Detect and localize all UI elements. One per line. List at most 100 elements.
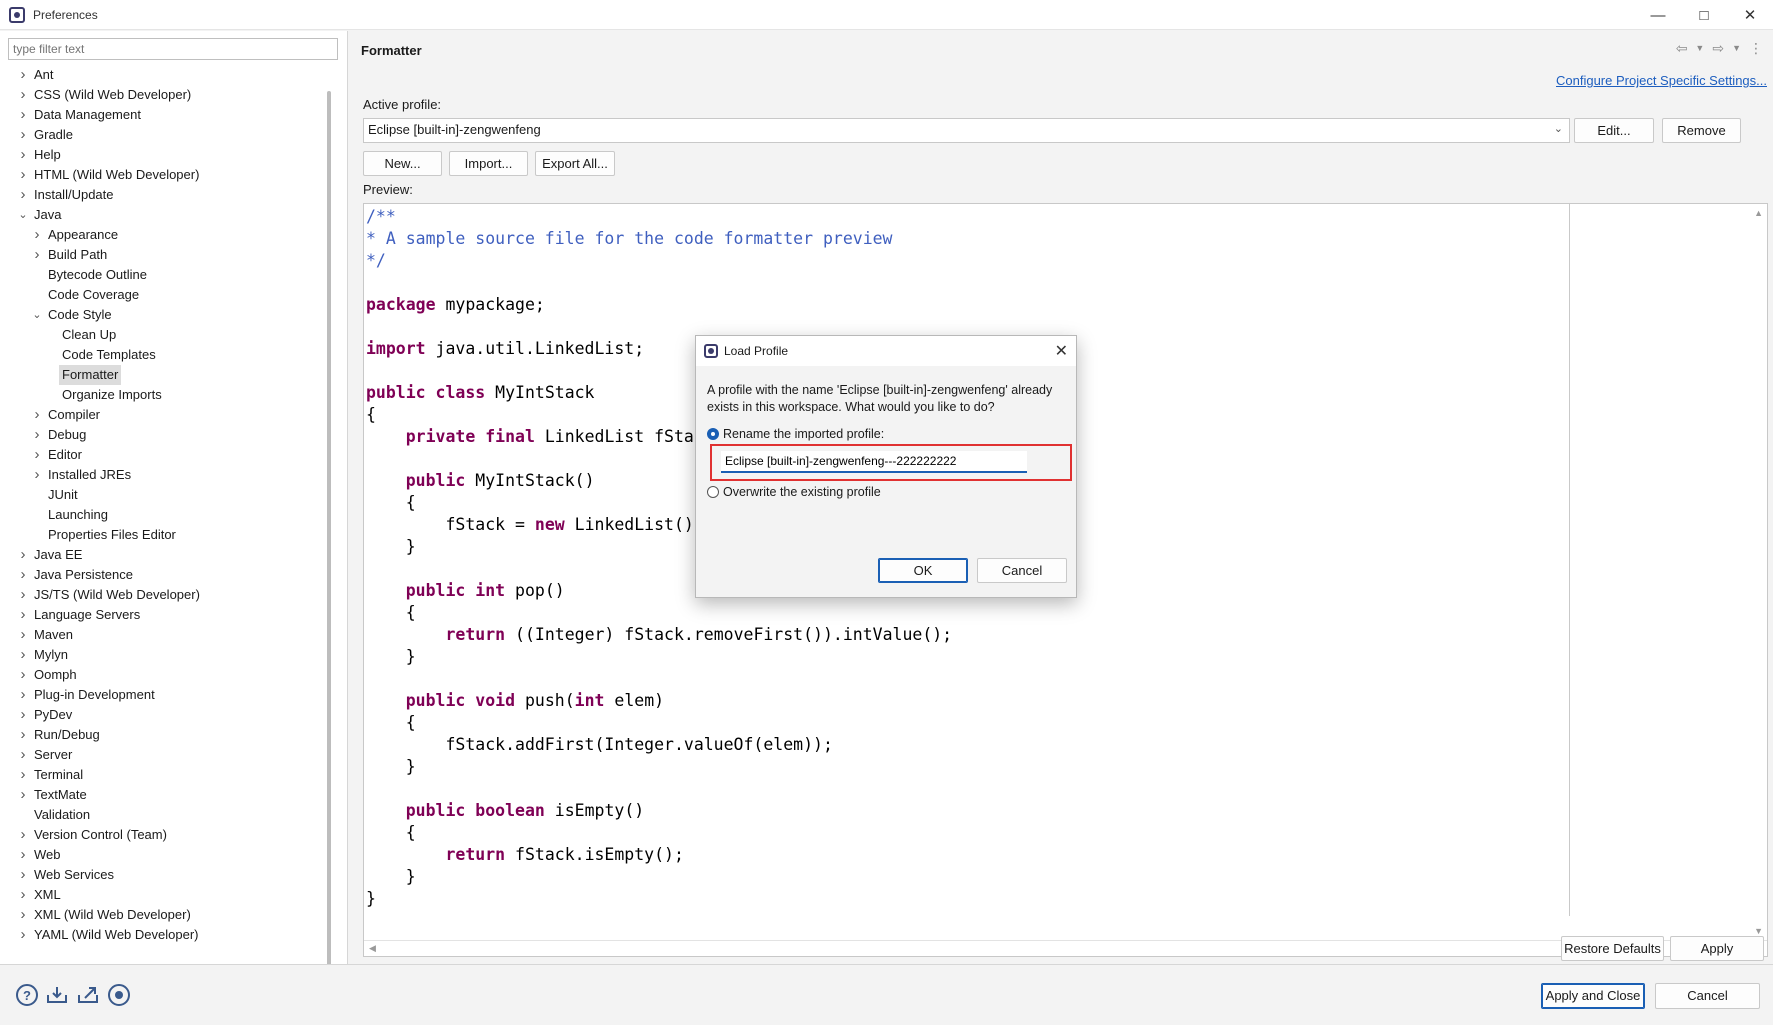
chevron-right-icon[interactable]: › [31, 405, 43, 425]
chevron-right-icon[interactable]: › [17, 65, 29, 85]
chevron-right-icon[interactable]: › [17, 845, 29, 865]
chevron-right-icon[interactable]: › [17, 925, 29, 945]
chevron-right-icon[interactable]: › [31, 445, 43, 465]
tree-item[interactable]: Properties Files Editor [0, 525, 335, 545]
minimize-icon[interactable]: — [1635, 0, 1681, 30]
ok-button[interactable]: OK [878, 558, 968, 583]
tree-item[interactable]: › Help [0, 145, 335, 165]
chevron-right-icon[interactable]: › [17, 125, 29, 145]
tree-item[interactable]: › Compiler [0, 405, 335, 425]
tree-item[interactable]: Formatter [0, 365, 335, 385]
help-icon[interactable]: ? [16, 984, 38, 1006]
remove-profile-button[interactable]: Remove [1662, 118, 1741, 143]
chevron-right-icon[interactable]: › [17, 105, 29, 125]
chevron-right-icon[interactable]: › [17, 645, 29, 665]
restore-defaults-button[interactable]: Restore Defaults [1561, 936, 1664, 961]
chevron-right-icon[interactable]: › [17, 865, 29, 885]
chevron-right-icon[interactable]: › [17, 565, 29, 585]
rename-option[interactable]: Rename the imported profile: [707, 426, 884, 442]
scroll-up-icon[interactable]: ▲ [1754, 208, 1763, 218]
active-profile-select[interactable]: Eclipse [built-in]-zengwenfeng ⌄ [363, 118, 1570, 143]
chevron-right-icon[interactable]: › [31, 425, 43, 445]
chevron-right-icon[interactable]: › [31, 465, 43, 485]
tree-item[interactable]: › Install/Update [0, 185, 335, 205]
tree-item[interactable]: › Java EE [0, 545, 335, 565]
tree-item[interactable]: › Server [0, 745, 335, 765]
tree-item[interactable]: › XML [0, 885, 335, 905]
export-icon[interactable] [77, 984, 99, 1006]
chevron-right-icon[interactable]: › [17, 745, 29, 765]
tree-item[interactable]: › Gradle [0, 125, 335, 145]
chevron-right-icon[interactable]: › [17, 705, 29, 725]
chevron-right-icon[interactable]: › [17, 685, 29, 705]
overwrite-radio[interactable] [707, 486, 719, 498]
export-all-button[interactable]: Export All... [535, 151, 615, 176]
tree-item[interactable]: JUnit [0, 485, 335, 505]
tree-item[interactable]: › Installed JREs [0, 465, 335, 485]
edit-profile-button[interactable]: Edit... [1574, 118, 1654, 143]
scroll-down-icon[interactable]: ▼ [1754, 926, 1763, 936]
apply-button[interactable]: Apply [1670, 936, 1764, 961]
dialog-cancel-button[interactable]: Cancel [977, 558, 1067, 583]
tree-item[interactable]: › Data Management [0, 105, 335, 125]
chevron-right-icon[interactable]: › [17, 725, 29, 745]
chevron-right-icon[interactable]: › [17, 145, 29, 165]
record-icon[interactable] [108, 984, 130, 1006]
back-menu-chevron-icon[interactable]: ▼ [1695, 40, 1704, 57]
apply-and-close-button[interactable]: Apply and Close [1541, 983, 1645, 1009]
close-icon[interactable]: ✕ [1055, 341, 1068, 361]
close-icon[interactable]: ✕ [1727, 0, 1773, 30]
tree-item[interactable]: › Build Path [0, 245, 335, 265]
tree-item[interactable]: › Mylyn [0, 645, 335, 665]
chevron-right-icon[interactable]: › [17, 625, 29, 645]
chevron-down-icon[interactable]: ⌄ [31, 305, 43, 325]
tree-item[interactable]: › Editor [0, 445, 335, 465]
chevron-right-icon[interactable]: › [17, 885, 29, 905]
tree-item[interactable]: › Web [0, 845, 335, 865]
filter-input[interactable] [8, 38, 338, 60]
tree-item[interactable]: › Run/Debug [0, 725, 335, 745]
tree-item[interactable]: › CSS (Wild Web Developer) [0, 85, 335, 105]
tree-item[interactable]: › Terminal [0, 765, 335, 785]
tree-item[interactable]: › Language Servers [0, 605, 335, 625]
chevron-right-icon[interactable]: › [17, 605, 29, 625]
rename-radio[interactable] [707, 428, 719, 440]
tree-item[interactable]: Launching [0, 505, 335, 525]
tree-item[interactable]: Organize Imports [0, 385, 335, 405]
scroll-left-icon[interactable]: ◀ [369, 943, 376, 954]
chevron-right-icon[interactable]: › [31, 225, 43, 245]
chevron-down-icon[interactable]: ⌄ [17, 205, 29, 225]
chevron-right-icon[interactable]: › [17, 825, 29, 845]
chevron-right-icon[interactable]: › [17, 585, 29, 605]
maximize-icon[interactable]: □ [1681, 0, 1727, 30]
tree-scrollbar[interactable] [327, 91, 331, 981]
chevron-right-icon[interactable]: › [17, 85, 29, 105]
chevron-right-icon[interactable]: › [31, 245, 43, 265]
cancel-button[interactable]: Cancel [1655, 983, 1760, 1009]
tree-item[interactable]: ⌄ Code Style [0, 305, 335, 325]
tree-item[interactable]: Clean Up [0, 325, 335, 345]
forward-menu-chevron-icon[interactable]: ▼ [1732, 40, 1741, 57]
tree-item[interactable]: › Ant [0, 65, 335, 85]
tree-item[interactable]: ⌄ Java [0, 205, 335, 225]
overwrite-option[interactable]: Overwrite the existing profile [707, 484, 881, 500]
profile-name-input[interactable] [721, 451, 1027, 473]
chevron-right-icon[interactable]: › [17, 545, 29, 565]
view-menu-icon[interactable]: ⋮ [1749, 40, 1763, 57]
tree-item[interactable]: › Maven [0, 625, 335, 645]
forward-icon[interactable]: ⇨ [1712, 40, 1724, 57]
chevron-right-icon[interactable]: › [17, 765, 29, 785]
tree-item[interactable]: › YAML (Wild Web Developer) [0, 925, 335, 945]
horizontal-scrollbar[interactable]: ◀ ▶ [364, 940, 1767, 956]
tree-item[interactable]: › PyDev [0, 705, 335, 725]
tree-item[interactable]: › Web Services [0, 865, 335, 885]
tree-item[interactable]: Code Coverage [0, 285, 335, 305]
new-profile-button[interactable]: New... [363, 151, 442, 176]
tree-item[interactable]: Code Templates [0, 345, 335, 365]
tree-item[interactable]: › Version Control (Team) [0, 825, 335, 845]
tree-item[interactable]: › TextMate [0, 785, 335, 805]
chevron-right-icon[interactable]: › [17, 905, 29, 925]
chevron-right-icon[interactable]: › [17, 185, 29, 205]
configure-project-settings-link[interactable]: Configure Project Specific Settings... [1556, 73, 1767, 88]
chevron-right-icon[interactable]: › [17, 665, 29, 685]
